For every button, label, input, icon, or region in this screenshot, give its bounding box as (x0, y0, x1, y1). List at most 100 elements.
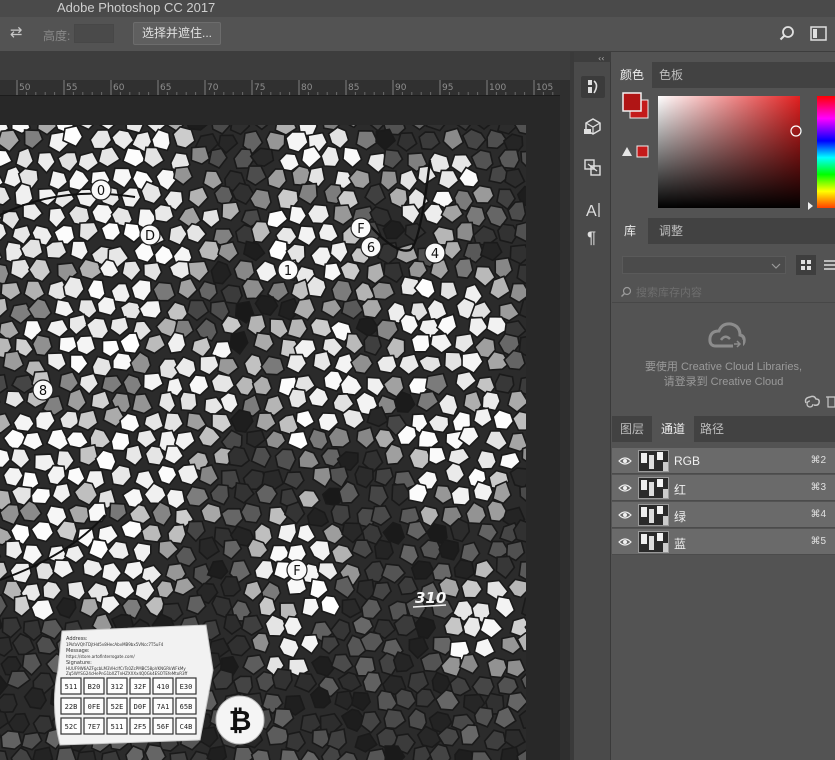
card-text: Zq5WYSG24cHePnG1bXZTnHZXXXx4Q0Gk4ESOTEfe… (66, 671, 188, 676)
grid-code: 7A1 (157, 703, 170, 711)
channel-row-blue[interactable]: 蓝 ⌘5 (612, 529, 835, 555)
library-message-line1: 要使用 Creative Cloud Libraries, (644, 361, 803, 373)
channel-name: 红 (674, 483, 687, 497)
channels-panel: 图层 通道 路径 RGB ⌘2 红 ⌘3 绿 ⌘4 蓝 ⌘5 (612, 416, 835, 760)
foreground-swatch[interactable] (622, 92, 649, 119)
channel-shortcut: ⌘5 (810, 536, 826, 547)
svg-text:¶: ¶ (587, 228, 596, 247)
gamut-warning-icon[interactable] (622, 145, 649, 158)
artwork-label: F (357, 222, 364, 237)
creative-cloud-icon (707, 318, 747, 354)
document-tab-strip (0, 52, 570, 80)
color-panel: 颜色 色板 (612, 62, 835, 218)
trash-icon[interactable] (826, 393, 835, 409)
options-bar: ⇄ 高度: 选择并遮住... (0, 17, 835, 52)
tab-paths[interactable]: 路径 (694, 416, 730, 442)
grid-code: 22B (65, 703, 78, 711)
height-input[interactable] (74, 24, 114, 43)
artwork-label: 0 (97, 184, 105, 199)
visibility-eye-icon[interactable] (618, 509, 632, 521)
visibility-eye-icon[interactable] (618, 536, 632, 548)
grid-code: 0FE (88, 703, 101, 711)
color-panel-tabs: 颜色 色板 (612, 62, 835, 88)
grid-code: 410 (157, 683, 170, 691)
tab-swatches[interactable]: 色板 (652, 62, 690, 88)
library-message-line2: 请登录到 Creative Cloud (663, 376, 784, 388)
paragraph-icon[interactable]: ¶ (580, 224, 606, 248)
artwork-label: D (145, 229, 155, 244)
workspace-icon[interactable] (808, 23, 830, 45)
grid-code: 65B (180, 703, 193, 711)
tab-color[interactable]: 颜色 (612, 62, 652, 88)
ruler-label: 95 (442, 83, 453, 93)
grid-code: 2F5 (134, 723, 147, 731)
grid-code: 56F (157, 723, 170, 731)
library-search-input[interactable]: 搜索库存内容 (636, 284, 702, 300)
ruler-label: 90 (395, 83, 407, 93)
artwork-label: F (293, 564, 300, 579)
collapse-icon[interactable]: ‹‹ (574, 52, 611, 63)
channel-thumbnail (638, 450, 669, 472)
document-area: 50 55 60 65 70 75 80 85 90 95 100 105 0 D F 6 4 1 8 F 310 Ad… (0, 52, 570, 760)
grid-code: 511 (65, 683, 78, 691)
channel-thumbnail (638, 504, 669, 526)
grid-code: D0F (134, 703, 147, 711)
channel-name: 蓝 (674, 537, 687, 551)
history-icon[interactable] (580, 75, 606, 99)
vertical-scrollbar[interactable] (560, 80, 570, 760)
grid-code: 52E (111, 703, 124, 711)
select-and-mask-button[interactable]: 选择并遮住... (133, 22, 221, 45)
cube-icon[interactable] (580, 115, 606, 139)
library-dropdown[interactable] (622, 256, 786, 274)
grid-code: E30 (180, 683, 193, 691)
channel-shortcut: ⌘2 (810, 455, 826, 466)
canvas-artwork[interactable]: 0 D F 6 4 1 8 F 310 Address: 1PkfaVQhTDjtHd5v8HecA… (0, 125, 526, 760)
grid-code: 511 (111, 723, 124, 731)
color-picker-area[interactable] (612, 88, 835, 218)
grid-code: C4B (180, 723, 193, 731)
search-icon[interactable] (776, 23, 798, 45)
ruler-label: 100 (489, 83, 506, 93)
artwork-number: 310 (415, 589, 446, 607)
grid-code: B20 (88, 683, 101, 691)
card-text: 1PkfaVQhTDjtHd5v8HecAbvMB9bx5VNcc7T5uF4 (66, 642, 164, 647)
tab-channels[interactable]: 通道 (652, 416, 694, 442)
hue-slider (817, 96, 835, 208)
artwork-label: 8 (39, 384, 47, 399)
signature-card: Address:1PkfaVQhTDjtHd5v8HecAbvMB9bx5VNc… (53, 624, 214, 746)
ruler-label: 55 (66, 83, 77, 93)
visibility-eye-icon[interactable] (618, 482, 632, 494)
bitcoin-logo: ₿ (229, 704, 252, 737)
tab-adjustments[interactable]: 调整 (648, 218, 694, 244)
ruler-label: 65 (160, 83, 171, 93)
channels-panel-tabs: 图层 通道 路径 (612, 416, 835, 442)
visibility-eye-icon[interactable] (618, 455, 632, 467)
height-label: 高度: (43, 29, 71, 43)
ruler-label: 75 (254, 83, 265, 93)
swap-arrows-icon[interactable]: ⇄ (10, 25, 28, 41)
swap-brush-icon[interactable] (580, 156, 606, 180)
artwork-label: 4 (431, 247, 439, 262)
channel-row-rgb[interactable]: RGB ⌘2 (612, 448, 835, 474)
ruler-label: 80 (301, 83, 313, 93)
tab-libraries[interactable]: 库 (612, 218, 648, 244)
channel-row-red[interactable]: 红 ⌘3 (612, 475, 835, 501)
grid-code: 7E7 (88, 723, 101, 731)
libraries-panel: 库 调整 搜索库存内容 要使用 Creative Cloud Libraries… (612, 218, 835, 416)
grid-code: 32F (134, 683, 147, 691)
card-text: https://store.artofinterrogate.com/ (66, 654, 135, 659)
channel-row-green[interactable]: 绿 ⌘4 (612, 502, 835, 528)
character-icon[interactable]: A (580, 198, 606, 222)
channel-name: 绿 (674, 510, 687, 524)
search-icon (620, 286, 632, 298)
ruler-label: 105 (536, 83, 553, 93)
channel-shortcut: ⌘3 (810, 482, 826, 493)
sync-icon[interactable] (802, 393, 822, 409)
channel-thumbnail (638, 531, 669, 553)
tab-layers[interactable]: 图层 (612, 416, 652, 442)
artwork-label: 6 (367, 241, 375, 256)
list-view-icon[interactable] (820, 255, 835, 275)
channel-thumbnail (638, 477, 669, 499)
channel-shortcut: ⌘4 (810, 509, 826, 520)
grid-view-icon[interactable] (796, 255, 816, 275)
